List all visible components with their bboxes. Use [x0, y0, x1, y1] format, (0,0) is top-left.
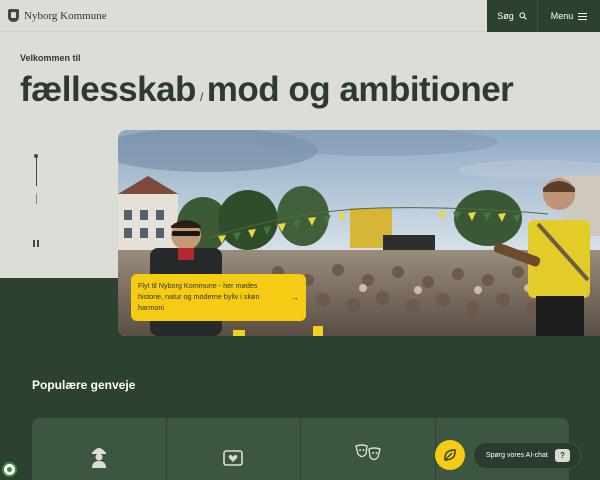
menu-button[interactable]: Menu — [538, 0, 600, 32]
shortcut-card[interactable] — [32, 418, 166, 480]
hamburger-icon — [578, 12, 588, 20]
search-icon — [519, 12, 527, 20]
pause-icon-bar — [33, 240, 35, 247]
ai-chat-button[interactable]: Spørg vores AI-chat ? — [473, 442, 581, 469]
site-header: Nyborg Kommune Søg Menu — [0, 0, 600, 32]
leaf-icon — [444, 449, 456, 461]
chat-bubble-icon: ? — [555, 449, 570, 462]
heart-frame-icon — [223, 450, 244, 466]
logo-text: Nyborg Kommune — [24, 9, 107, 22]
slide-progress[interactable] — [34, 154, 38, 218]
menu-label: Menu — [550, 11, 574, 21]
leaf-button[interactable] — [435, 440, 465, 470]
slide-mark — [35, 194, 37, 204]
worker-icon — [91, 448, 106, 468]
arrow-right-icon: → — [291, 293, 299, 302]
page-title: fællesskab / mod og ambitioner — [20, 70, 514, 110]
search-button[interactable]: Søg — [487, 0, 537, 32]
accessibility-icon[interactable] — [2, 462, 17, 477]
search-label: Søg — [497, 11, 514, 21]
headline-separator: / — [199, 90, 203, 104]
welcome-text: Velkommen til — [20, 53, 81, 63]
shortcut-card[interactable] — [301, 418, 435, 480]
headline-part-1: fællesskab — [20, 70, 196, 109]
shortcut-card[interactable] — [166, 418, 300, 480]
pause-button[interactable] — [31, 240, 41, 250]
ai-chat-label: Spørg vores AI-chat — [486, 452, 548, 459]
section-title: Populære genveje — [32, 378, 136, 392]
move-to-nyborg-link[interactable]: Flyt til Nyborg Kommune - her mødes hist… — [131, 274, 306, 321]
theater-masks-icon — [354, 444, 381, 461]
callout-text: Flyt til Nyborg Kommune - her mødes hist… — [138, 281, 260, 312]
pause-icon-bar — [37, 240, 39, 247]
slide-progress-bar — [35, 158, 37, 186]
logo[interactable]: Nyborg Kommune — [8, 9, 107, 22]
headline-part-2: mod og ambitioner — [206, 70, 514, 109]
crest-icon — [8, 9, 19, 22]
